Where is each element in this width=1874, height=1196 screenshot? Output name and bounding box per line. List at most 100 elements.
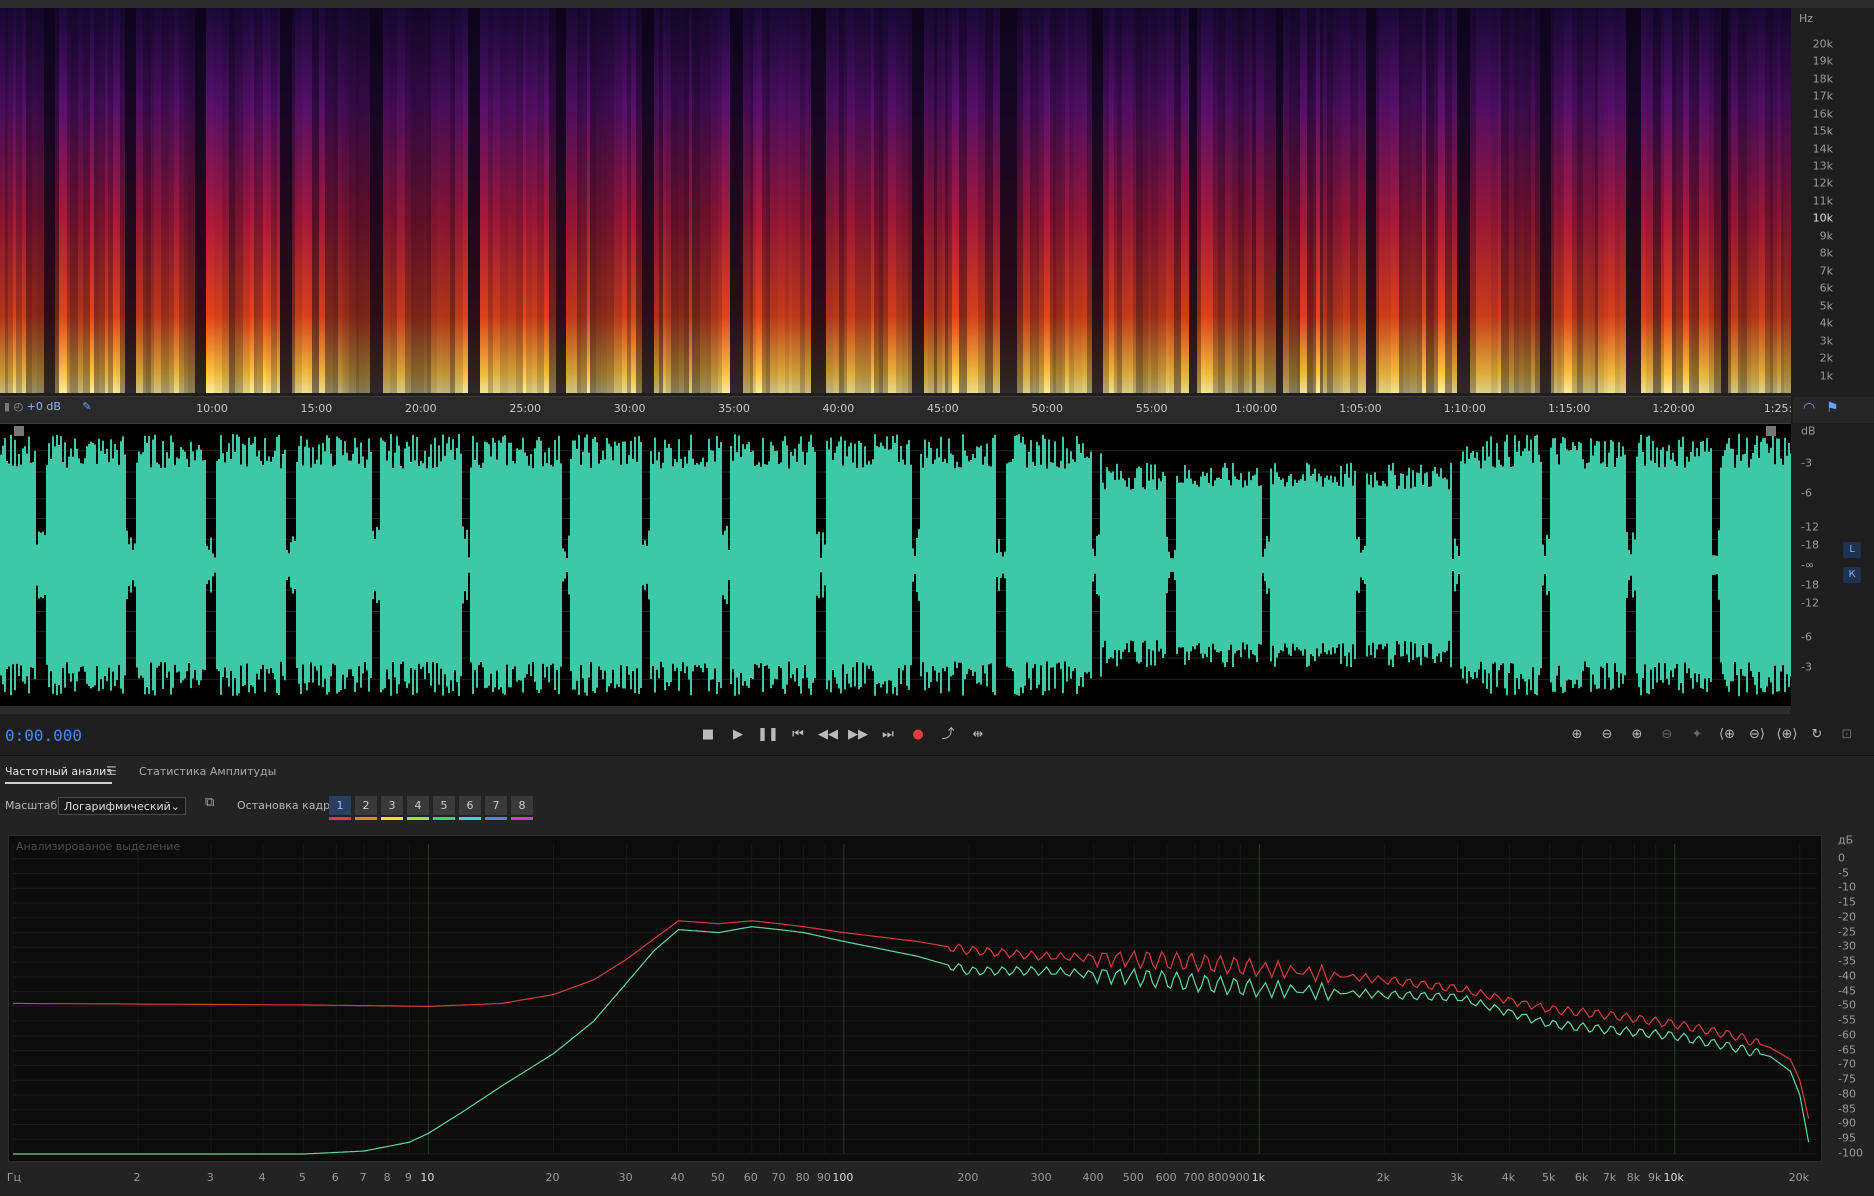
freeze-frame-button[interactable]: 4 bbox=[407, 796, 429, 815]
headphones-icon[interactable]: ◠ bbox=[1803, 400, 1815, 416]
freeze-frame-button[interactable]: 1 bbox=[329, 796, 351, 815]
waveform-column bbox=[886, 436, 888, 694]
panel-menu-icon[interactable]: ☰ bbox=[106, 764, 117, 778]
timeline-label: 30:00 bbox=[613, 402, 646, 415]
marker-icon[interactable]: ⚑ bbox=[1826, 400, 1839, 416]
freeze-frame-button[interactable]: 8 bbox=[511, 796, 533, 815]
waveform-column bbox=[278, 434, 280, 696]
zoom-full-button[interactable]: ✦ bbox=[1686, 725, 1708, 745]
spectrogram-column bbox=[1646, 8, 1653, 393]
waveform-column bbox=[1538, 454, 1540, 676]
waveform-column bbox=[1232, 462, 1234, 667]
zoom-in-time-button[interactable]: ⊕ bbox=[1626, 725, 1648, 745]
waveform-column bbox=[1612, 441, 1614, 689]
spectrogram-column bbox=[250, 8, 254, 393]
zoom-extra-button[interactable]: ⊡ bbox=[1836, 725, 1858, 745]
tab-amplitude-statistics[interactable]: Статистика Амплитуды bbox=[139, 765, 276, 778]
current-time-display[interactable]: 0:00.000 bbox=[5, 726, 82, 745]
waveform-column bbox=[668, 443, 670, 687]
waveform-column bbox=[824, 544, 826, 586]
waveform-column bbox=[376, 527, 378, 603]
waveform-column bbox=[924, 439, 926, 691]
freeze-frame-button[interactable]: 7 bbox=[485, 796, 507, 815]
waveform-column bbox=[1534, 436, 1536, 694]
corner-toggle-icon-right[interactable] bbox=[1766, 426, 1776, 436]
gain-control[interactable]: ▮ ◴ +0 dB ✎ bbox=[4, 400, 92, 413]
waveform-display[interactable] bbox=[0, 424, 1791, 706]
zoom-out-amplitude-button[interactable]: ⊖ bbox=[1596, 725, 1618, 745]
go-to-end-button[interactable]: ⏭ bbox=[877, 724, 899, 746]
freeze-frame-button[interactable]: 3 bbox=[381, 796, 403, 815]
stop-button[interactable]: ■ bbox=[697, 724, 719, 746]
waveform-column bbox=[1574, 445, 1576, 685]
timeline-ruler[interactable]: ▮ ◴ +0 dB ✎ 10:00 15:00 20:00 25:00 30:00 35:… bbox=[0, 396, 1792, 424]
waveform-column bbox=[1790, 453, 1791, 677]
freeze-frame-button[interactable]: 2 bbox=[355, 796, 377, 815]
waveform-column bbox=[1220, 479, 1222, 652]
record-button[interactable]: ● bbox=[907, 724, 929, 746]
fast-forward-button[interactable]: ▶▶ bbox=[847, 724, 869, 746]
frequency-x-tick-label: 5 bbox=[298, 1171, 306, 1184]
waveform-column bbox=[24, 446, 26, 684]
loop-button[interactable]: ⤴ bbox=[937, 724, 959, 746]
waveform-column bbox=[1406, 475, 1408, 655]
waveform-column bbox=[1086, 456, 1088, 674]
waveform-column bbox=[1672, 452, 1674, 678]
waveform-column bbox=[1582, 459, 1584, 671]
waveform-column bbox=[552, 466, 554, 664]
waveform-column bbox=[386, 460, 388, 670]
freeze-frame-button[interactable]: 6 bbox=[459, 796, 481, 815]
skip-selection-button[interactable]: ⇹ bbox=[967, 724, 989, 746]
pin-icon[interactable]: ✎ bbox=[82, 400, 91, 413]
spectrogram-column bbox=[800, 8, 805, 393]
amplitude-tick-label: -18 bbox=[1801, 578, 1819, 592]
play-button[interactable]: ▶ bbox=[727, 724, 749, 746]
tab-frequency-analysis[interactable]: Частотный анализ bbox=[5, 765, 113, 784]
spectrogram-column bbox=[319, 8, 325, 393]
spectrogram-column bbox=[650, 8, 654, 393]
copy-icon[interactable]: ⧉ bbox=[205, 795, 214, 810]
waveform-column bbox=[1168, 551, 1170, 579]
freeze-frame-button[interactable]: 5 bbox=[433, 796, 455, 815]
waveform-column bbox=[778, 464, 780, 667]
amplitude-tick-label: -12 bbox=[1801, 520, 1819, 534]
waveform-column bbox=[452, 439, 454, 691]
waveform-column bbox=[268, 456, 270, 674]
zoom-in-point-button[interactable]: ⟨⊕ bbox=[1716, 725, 1738, 745]
channel-right-button[interactable]: К bbox=[1843, 567, 1861, 583]
waveform-column bbox=[1782, 464, 1784, 666]
waveform-column bbox=[36, 544, 38, 586]
waveform-column bbox=[262, 465, 264, 665]
waveform-column bbox=[1642, 451, 1644, 679]
spectrogram-column bbox=[1316, 8, 1320, 393]
scale-select[interactable]: Логарифмический ⌄ bbox=[58, 797, 186, 815]
pause-button[interactable]: ❚❚ bbox=[757, 724, 779, 746]
spectrogram-column bbox=[945, 8, 948, 393]
spectral-display[interactable] bbox=[0, 8, 1791, 393]
go-to-start-button[interactable]: ⏮ bbox=[787, 724, 809, 746]
waveform-column bbox=[308, 447, 310, 683]
waveform-column bbox=[184, 451, 186, 679]
waveform-column bbox=[966, 455, 968, 675]
spectrogram-column bbox=[359, 8, 365, 393]
zoom-out-point-button[interactable]: ⊖⟩ bbox=[1746, 725, 1768, 745]
rewind-button[interactable]: ◀◀ bbox=[817, 724, 839, 746]
frequency-plot[interactable] bbox=[8, 835, 1822, 1162]
waveform-column bbox=[674, 459, 676, 671]
zoom-out-time-button[interactable]: ⊖ bbox=[1656, 725, 1678, 745]
waveform-column bbox=[1016, 435, 1018, 695]
waveform-column bbox=[1468, 459, 1470, 672]
zoom-reset-button[interactable]: ↻ bbox=[1806, 725, 1828, 745]
bottom-resize-handle[interactable] bbox=[0, 706, 1791, 714]
waveform-column bbox=[1204, 476, 1206, 654]
waveform-column bbox=[846, 456, 848, 674]
spectrogram-column bbox=[1491, 8, 1498, 393]
channel-left-button[interactable]: L bbox=[1843, 542, 1861, 558]
corner-toggle-icon[interactable] bbox=[14, 426, 24, 436]
waveform-column bbox=[146, 443, 148, 687]
waveform-column bbox=[258, 450, 260, 680]
zoom-selection-button[interactable]: ⟨⊕⟩ bbox=[1776, 725, 1798, 745]
zoom-in-amplitude-button[interactable]: ⊕ bbox=[1566, 725, 1588, 745]
spectrogram-column bbox=[1554, 8, 1557, 393]
top-resize-handle[interactable] bbox=[0, 0, 1874, 8]
